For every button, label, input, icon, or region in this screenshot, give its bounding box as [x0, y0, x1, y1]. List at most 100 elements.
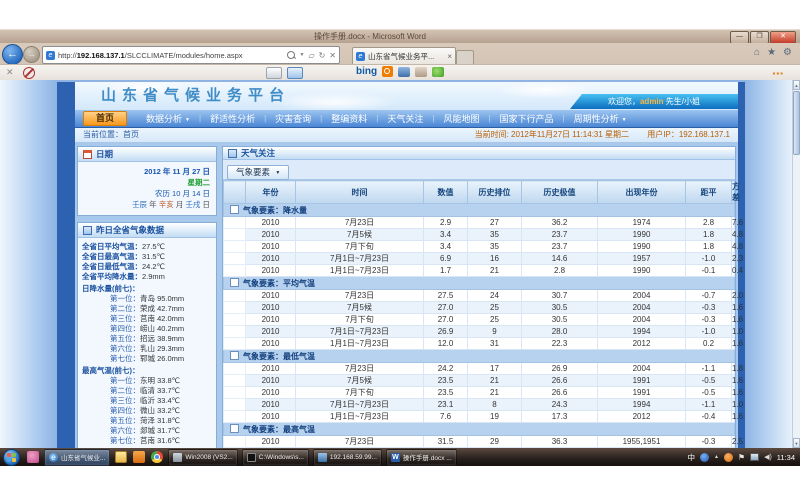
- share-icon[interactable]: [432, 67, 444, 77]
- blocked-icon[interactable]: [23, 67, 35, 79]
- new-tab-button[interactable]: [456, 50, 474, 65]
- header-cell-7[interactable]: 方差: [732, 181, 735, 204]
- chevron-down-icon: ▼: [622, 117, 627, 123]
- group-row-3[interactable]: 气象要素：最高气温: [224, 423, 735, 436]
- cell-1: 7月23日: [296, 217, 424, 229]
- table-row[interactable]: 20101月1日~7月23日1.7212.81990-0.10.4: [224, 265, 735, 277]
- scroll-up-arrow[interactable]: ▲: [793, 80, 800, 90]
- header-cell-0[interactable]: 年份: [246, 181, 296, 204]
- page-right-margin: [745, 80, 792, 448]
- search-icon[interactable]: [287, 51, 295, 59]
- table-row[interactable]: 20107月23日31.52936.31955,1951-0.32.5: [224, 436, 735, 448]
- nav-item-0[interactable]: 首页: [83, 111, 127, 126]
- header-cell-1[interactable]: 时间: [296, 181, 424, 204]
- word-icon: W: [391, 453, 400, 462]
- chrome-icon[interactable]: [151, 451, 163, 463]
- table-row[interactable]: 20107月23日27.52430.72004-0.72.0: [224, 290, 735, 302]
- table-row[interactable]: 20107月1日~7月23日6.91614.61957-1.02.3: [224, 253, 735, 265]
- rank-row: 第七位：莒南 31.6℃: [82, 436, 210, 446]
- collapse-box-icon[interactable]: [230, 205, 239, 214]
- table-row[interactable]: 20107月1日~7月23日23.1824.31994-1.11.0: [224, 399, 735, 411]
- collapse-box-icon[interactable]: [230, 278, 239, 287]
- table-row[interactable]: 20107月5候23.52126.61991-0.51.6: [224, 375, 735, 387]
- compatibility-view-icon[interactable]: ▱: [308, 51, 314, 60]
- table-row[interactable]: 20107月下旬3.43523.719901.84.8: [224, 241, 735, 253]
- stop-icon[interactable]: ✕: [329, 51, 336, 60]
- header-cell-4[interactable]: 历史极值: [522, 181, 598, 204]
- table-row[interactable]: 20107月5候3.43523.719901.84.8: [224, 229, 735, 241]
- nav-item-8[interactable]: 周期性分析▼: [565, 112, 636, 125]
- tools-gear-icon[interactable]: ⚙: [783, 47, 792, 58]
- taskbar-button-3[interactable]: W操作手册.docx ...: [386, 449, 457, 466]
- table-row[interactable]: 20107月23日24.21726.92004-1.11.8: [224, 363, 735, 375]
- network-icon[interactable]: [750, 453, 759, 461]
- explorer-icon[interactable]: [115, 451, 127, 463]
- scroll-down-arrow[interactable]: ▼: [793, 438, 800, 448]
- tray-orange-icon[interactable]: [724, 453, 733, 462]
- taskbar-ie-button[interactable]: e 山东省气候业...: [44, 449, 110, 466]
- table-row[interactable]: 20107月下旬27.02530.52004-0.31.6: [224, 314, 735, 326]
- table-row[interactable]: 20107月5候27.02530.52004-0.31.6: [224, 302, 735, 314]
- volume-icon[interactable]: ◀): [764, 453, 772, 461]
- ime-indicator[interactable]: 中: [687, 452, 695, 463]
- url-text[interactable]: http://192.168.137.1/SLCCLIMATE/modules/…: [58, 51, 283, 60]
- group-row-1[interactable]: 气象要素：平均气温: [224, 277, 735, 290]
- chevron-down-icon[interactable]: ▼: [299, 52, 304, 58]
- nav-item-3[interactable]: 灾害查询: [266, 112, 320, 125]
- nav-item-6[interactable]: 风能地图: [434, 112, 488, 125]
- refresh-icon[interactable]: ↻: [319, 51, 326, 60]
- table-row[interactable]: 20107月1日~7月23日26.9928.01994-1.01.0: [224, 326, 735, 338]
- taskbar-button-2[interactable]: 192.168.59.99...: [313, 449, 382, 466]
- nav-item-4[interactable]: 整编资料: [322, 112, 376, 125]
- header-cell-6[interactable]: 距平: [686, 181, 732, 204]
- row-indent-cell: [224, 265, 246, 277]
- nav-item-5[interactable]: 天气关注: [378, 112, 432, 125]
- table-row[interactable]: 20107月23日2.92736.219742.87.6: [224, 217, 735, 229]
- taskbar-clock[interactable]: 11:34: [777, 453, 795, 462]
- tab-close-icon[interactable]: ×: [447, 52, 452, 61]
- main-column: 天气关注 气象要素 ▼ 年份时间数值历史排位历史极值出现年份距平方差 气象要素：…: [222, 146, 736, 448]
- ganzhi-date: 壬辰 年 辛亥 月 壬戌 日: [82, 199, 210, 210]
- rank-row: 第六位：郯城 31.7℃: [82, 426, 210, 436]
- header-cell-5[interactable]: 出现年份: [598, 181, 686, 204]
- cell-2: 6.9: [424, 253, 468, 265]
- vertical-scrollbar[interactable]: ▲ ▼: [792, 80, 800, 448]
- browser-back-button[interactable]: ←: [2, 44, 23, 65]
- pinned-app-icon[interactable]: [27, 451, 39, 463]
- collapse-box-icon[interactable]: [230, 351, 239, 360]
- table-row[interactable]: 20101月1日~7月23日7.61917.32012-0.41.6: [224, 411, 735, 423]
- collapse-box-icon[interactable]: [230, 424, 239, 433]
- nav-item-2[interactable]: 舒适性分析: [201, 112, 264, 125]
- table-row[interactable]: 20101月1日~7月23日12.03122.320120.21.6: [224, 338, 735, 350]
- more-options-icon[interactable]: ▪▪▪: [772, 69, 784, 78]
- header-cell-3[interactable]: 历史排位: [468, 181, 522, 204]
- table-row[interactable]: 20107月下旬23.52126.61991-0.51.6: [224, 387, 735, 399]
- favorites-star-icon[interactable]: ★: [767, 47, 776, 58]
- browser-tab[interactable]: e 山东省气候业务平... ×: [352, 47, 456, 65]
- taskbar-button-0[interactable]: Win2008 (VS2...: [168, 449, 237, 466]
- group-row-2[interactable]: 气象要素：最低气温: [224, 350, 735, 363]
- close-toolbar-icon[interactable]: ✕: [6, 67, 14, 79]
- element-filter-button[interactable]: 气象要素 ▼: [227, 165, 289, 180]
- nav-item-1[interactable]: 数据分析▼: [137, 112, 199, 125]
- taskbar-button-1[interactable]: C:\Windows\s...: [242, 449, 309, 466]
- home-icon[interactable]: ⌂: [754, 47, 760, 58]
- orange-app-icon[interactable]: [133, 451, 145, 463]
- cell-2: 12.0: [424, 338, 468, 350]
- scrollbar-thumb[interactable]: [793, 91, 800, 155]
- bing-search-icon[interactable]: [382, 66, 393, 77]
- palette-icon[interactable]: [415, 67, 427, 77]
- mail-icon[interactable]: [287, 67, 303, 79]
- nav-item-7[interactable]: 国家下行产品: [491, 112, 563, 125]
- group-row-0[interactable]: 气象要素：降水量: [224, 204, 735, 217]
- browser-forward-button[interactable]: →: [23, 46, 40, 63]
- action-center-flag-icon[interactable]: ⚑: [738, 453, 745, 462]
- start-button[interactable]: [3, 449, 20, 466]
- tray-blue-icon[interactable]: [700, 453, 709, 462]
- tray-chevron-icon[interactable]: ▲: [714, 454, 719, 460]
- camera-icon[interactable]: [398, 67, 410, 77]
- address-bar[interactable]: e http://192.168.137.1/SLCCLIMATE/module…: [42, 46, 340, 64]
- card-icon[interactable]: [266, 67, 282, 79]
- header-cell-2[interactable]: 数值: [424, 181, 468, 204]
- bing-logo[interactable]: bing: [356, 66, 377, 77]
